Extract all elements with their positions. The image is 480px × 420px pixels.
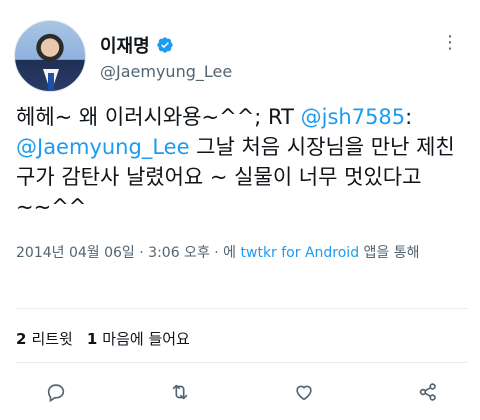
tweet-text-start: 헤헤~ 왜 이러시와용~^^; RT [16,105,301,129]
divider [16,308,468,309]
tweet-text: 헤헤~ 왜 이러시와용~^^; RT @jsh7585: @Jaemyung_L… [16,102,468,222]
likes-stat[interactable]: 1 마음에 들어요 [87,328,190,349]
verified-badge-icon [157,37,173,53]
share-icon [419,383,436,401]
likes-label: 마음에 들어요 [102,330,190,348]
name-row: 이재명 [100,32,174,58]
likes-count: 1 [86,330,98,348]
like-icon [296,385,312,401]
retweet-icon [172,384,188,400]
tweet-meta: 2014년 04월 06일 · 3:06 오후 · 에 twtkr for An… [16,242,468,264]
via-suffix: 앱을 통해 [359,245,420,261]
tweet-colon: : [405,105,413,129]
engagement-stats: 2 리트윗 1 마음에 들어요 [16,328,190,349]
like-button[interactable] [290,378,318,406]
reply-button[interactable] [42,378,70,406]
display-name[interactable]: 이재명 [100,32,150,58]
share-button[interactable] [414,378,442,406]
source-app-link[interactable]: twtkr for Android [241,245,360,261]
reply-icon [47,384,65,403]
via-prefix: · 에 [209,245,241,261]
avatar[interactable] [14,20,86,92]
avatar-tie [48,73,54,91]
divider [16,362,468,363]
more-icon[interactable]: ⋮ [441,32,460,53]
meta-separator: · [134,245,149,261]
tweet-date[interactable]: 2014년 04월 06일 [16,245,135,261]
user-handle[interactable]: @Jaemyung_Lee [100,62,232,81]
mention-link-jaemyung[interactable]: @Jaemyung_Lee [16,135,190,159]
tweet-header: 이재명 @Jaemyung_Lee ⋮ [14,18,466,96]
retweets-stat[interactable]: 2 리트윗 [16,328,73,349]
tweet-time[interactable]: 3:06 오후 [148,245,210,261]
retweet-button[interactable] [166,378,194,406]
retweets-label: 리트윗 [31,330,73,348]
retweets-count: 2 [16,330,27,348]
mention-link-jsh7585[interactable]: @jsh7585 [301,105,406,129]
action-bar [42,378,442,406]
